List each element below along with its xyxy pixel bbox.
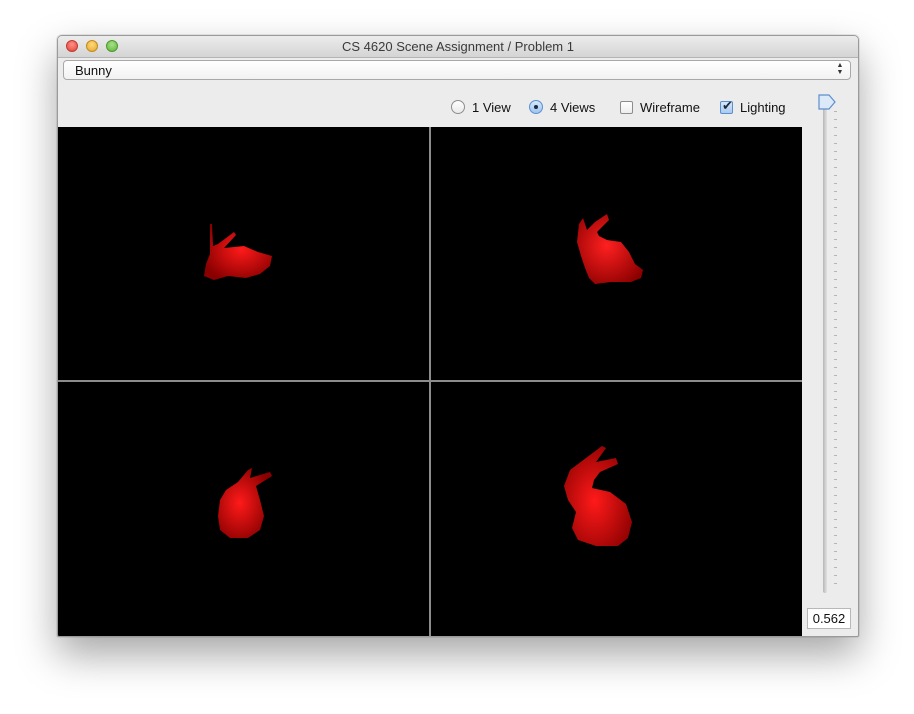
- slider-tick: [834, 263, 837, 264]
- slider-tick: [834, 399, 837, 400]
- slider-tick: [834, 351, 837, 352]
- slider-tick: [834, 279, 837, 280]
- slider-tick: [834, 527, 837, 528]
- view-pane-top-right[interactable]: [431, 127, 802, 380]
- slider-tick: [834, 375, 837, 376]
- slider-tick: [834, 343, 837, 344]
- slider-tick: [834, 151, 837, 152]
- slider-tick: [834, 431, 837, 432]
- bunny-model-perspective: [564, 446, 632, 546]
- scene-dropdown[interactable]: Bunny ▲ ▼: [63, 60, 851, 80]
- slider-tick: [834, 247, 837, 248]
- slider-tick: [834, 175, 837, 176]
- up-down-arrows-icon: ▲ ▼: [836, 62, 844, 76]
- radio-on-icon: [529, 100, 543, 114]
- slider-tick: [834, 487, 837, 488]
- slider-tick: [834, 335, 837, 336]
- slider-tick: [834, 223, 837, 224]
- slider-tick: [834, 135, 837, 136]
- window-title: CS 4620 Scene Assignment / Problem 1: [342, 39, 574, 54]
- view-pane-bottom-left[interactable]: [58, 382, 429, 636]
- slider-tick: [834, 287, 837, 288]
- slider-tick: [834, 255, 837, 256]
- radio-off-icon: [451, 100, 465, 114]
- slider-tick: [834, 207, 837, 208]
- slider-tick: [834, 239, 837, 240]
- wireframe-checkbox[interactable]: Wireframe: [620, 98, 700, 116]
- one-view-label: 1 View: [472, 99, 511, 115]
- slider-tick: [834, 407, 837, 408]
- slider-tick: [834, 519, 837, 520]
- slider-tick: [834, 215, 837, 216]
- slider-tick: [834, 495, 837, 496]
- lighting-checkbox[interactable]: Lighting: [720, 98, 786, 116]
- slider-tick: [834, 191, 837, 192]
- slider-tick: [834, 383, 837, 384]
- slider-tick: [834, 575, 837, 576]
- title-bar[interactable]: CS 4620 Scene Assignment / Problem 1: [58, 36, 858, 58]
- bunny-model-back: [218, 468, 272, 538]
- slider-tick: [834, 551, 837, 552]
- slider-tick: [834, 359, 837, 360]
- slider-tick: [834, 543, 837, 544]
- slider-tick: [834, 111, 837, 112]
- slider-tick: [834, 311, 837, 312]
- vertical-divider: [429, 127, 431, 636]
- slider-tick: [834, 447, 837, 448]
- slider-tick: [834, 231, 837, 232]
- app-window: CS 4620 Scene Assignment / Problem 1 Bun…: [57, 35, 859, 637]
- slider-tick: [834, 167, 837, 168]
- wireframe-label: Wireframe: [640, 99, 700, 115]
- bunny-model-side: [204, 224, 272, 280]
- slider-tick: [834, 303, 837, 304]
- four-views-label: 4 Views: [550, 99, 596, 115]
- slider-thumb-icon[interactable]: [817, 93, 837, 111]
- slider-track[interactable]: [823, 106, 827, 593]
- four-views-radio[interactable]: 4 Views: [529, 98, 595, 116]
- slider-tick: [834, 271, 837, 272]
- slider-tick: [834, 511, 837, 512]
- slider-tick: [834, 479, 837, 480]
- checkbox-checked-icon: [720, 99, 733, 114]
- view-pane-bottom-right[interactable]: [431, 382, 802, 636]
- slider-tick: [834, 119, 837, 120]
- lighting-label: Lighting: [740, 99, 786, 115]
- slider-tick: [834, 367, 837, 368]
- slider-tick: [834, 503, 837, 504]
- slider-tick: [834, 423, 837, 424]
- slider-tick: [834, 319, 837, 320]
- slider-tick: [834, 535, 837, 536]
- slider-tick: [834, 391, 837, 392]
- slider-tick: [834, 463, 837, 464]
- slider-tick: [834, 415, 837, 416]
- slider-tick: [834, 143, 837, 144]
- slider-tick: [834, 327, 837, 328]
- slider-tick: [834, 567, 837, 568]
- view-pane-top-left[interactable]: [58, 127, 429, 380]
- slider-tick: [834, 559, 837, 560]
- slider-tick: [834, 127, 837, 128]
- slider-value-field[interactable]: 0.562: [807, 608, 851, 629]
- scene-dropdown-value: Bunny: [75, 63, 112, 78]
- slider-tick: [834, 455, 837, 456]
- slider-tick: [834, 471, 837, 472]
- one-view-radio[interactable]: 1 View: [451, 98, 511, 116]
- slider-tick: [834, 159, 837, 160]
- slider-tick: [834, 295, 837, 296]
- slider-ticks: [834, 111, 838, 591]
- slider-tick: [834, 439, 837, 440]
- bunny-model-front: [577, 214, 643, 284]
- checkbox-unchecked-icon: [620, 100, 633, 114]
- slider-tick: [834, 183, 837, 184]
- slider-tick: [834, 583, 837, 584]
- render-viewport[interactable]: [58, 127, 802, 636]
- slider-tick: [834, 199, 837, 200]
